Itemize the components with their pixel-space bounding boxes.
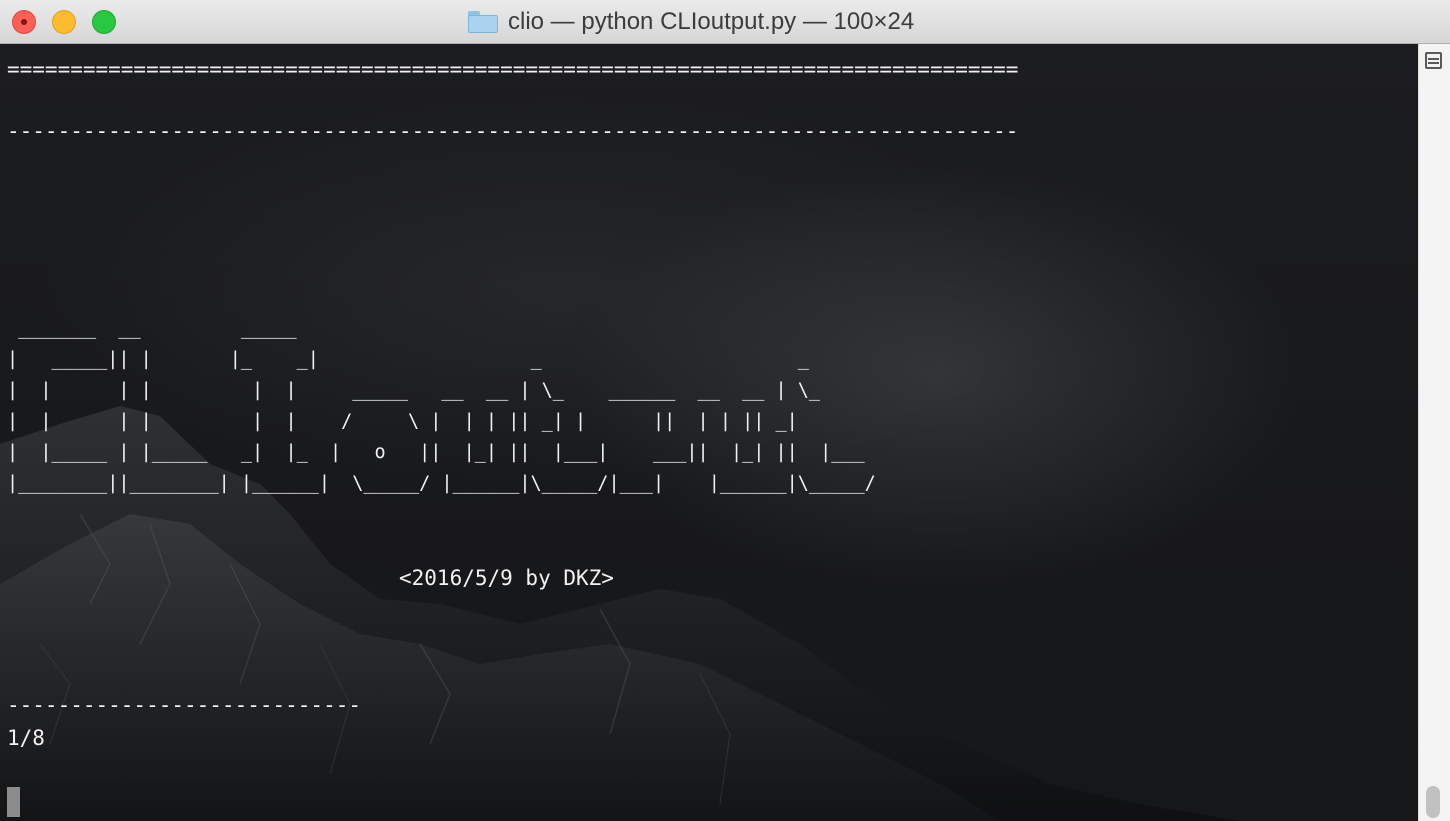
folder-icon	[468, 11, 498, 33]
ascii-art-banner: _______ __ _____ | _____|| | |_ _| _ _ |…	[7, 318, 876, 494]
page-indicator: 1/8	[7, 726, 45, 750]
terminal-window: clio — python CLIoutput.py — 100×24 ====…	[0, 0, 1450, 821]
close-button[interactable]	[12, 10, 36, 34]
window-title-text: clio — python CLIoutput.py — 100×24	[508, 8, 915, 35]
rule-double: ========================================…	[7, 57, 1019, 81]
minimize-button[interactable]	[52, 10, 76, 34]
rule-short: ----------------------------	[7, 693, 362, 717]
scroll-thumb[interactable]	[1426, 786, 1440, 818]
title-bar[interactable]: clio — python CLIoutput.py — 100×24	[0, 0, 1450, 44]
credit-line: <2016/5/9 by DKZ>	[399, 566, 614, 590]
vertical-scrollbar[interactable]	[1418, 44, 1450, 821]
terminal-output[interactable]: ========================================…	[0, 44, 1418, 821]
split-pane-button[interactable]	[1425, 52, 1442, 69]
close-icon	[21, 19, 27, 25]
terminal-cursor	[7, 787, 20, 817]
rule-single: ----------------------------------------…	[7, 119, 1019, 143]
split-pane-icon	[1428, 58, 1439, 60]
zoom-button[interactable]	[92, 10, 116, 34]
window-title: clio — python CLIoutput.py — 100×24	[468, 8, 914, 36]
